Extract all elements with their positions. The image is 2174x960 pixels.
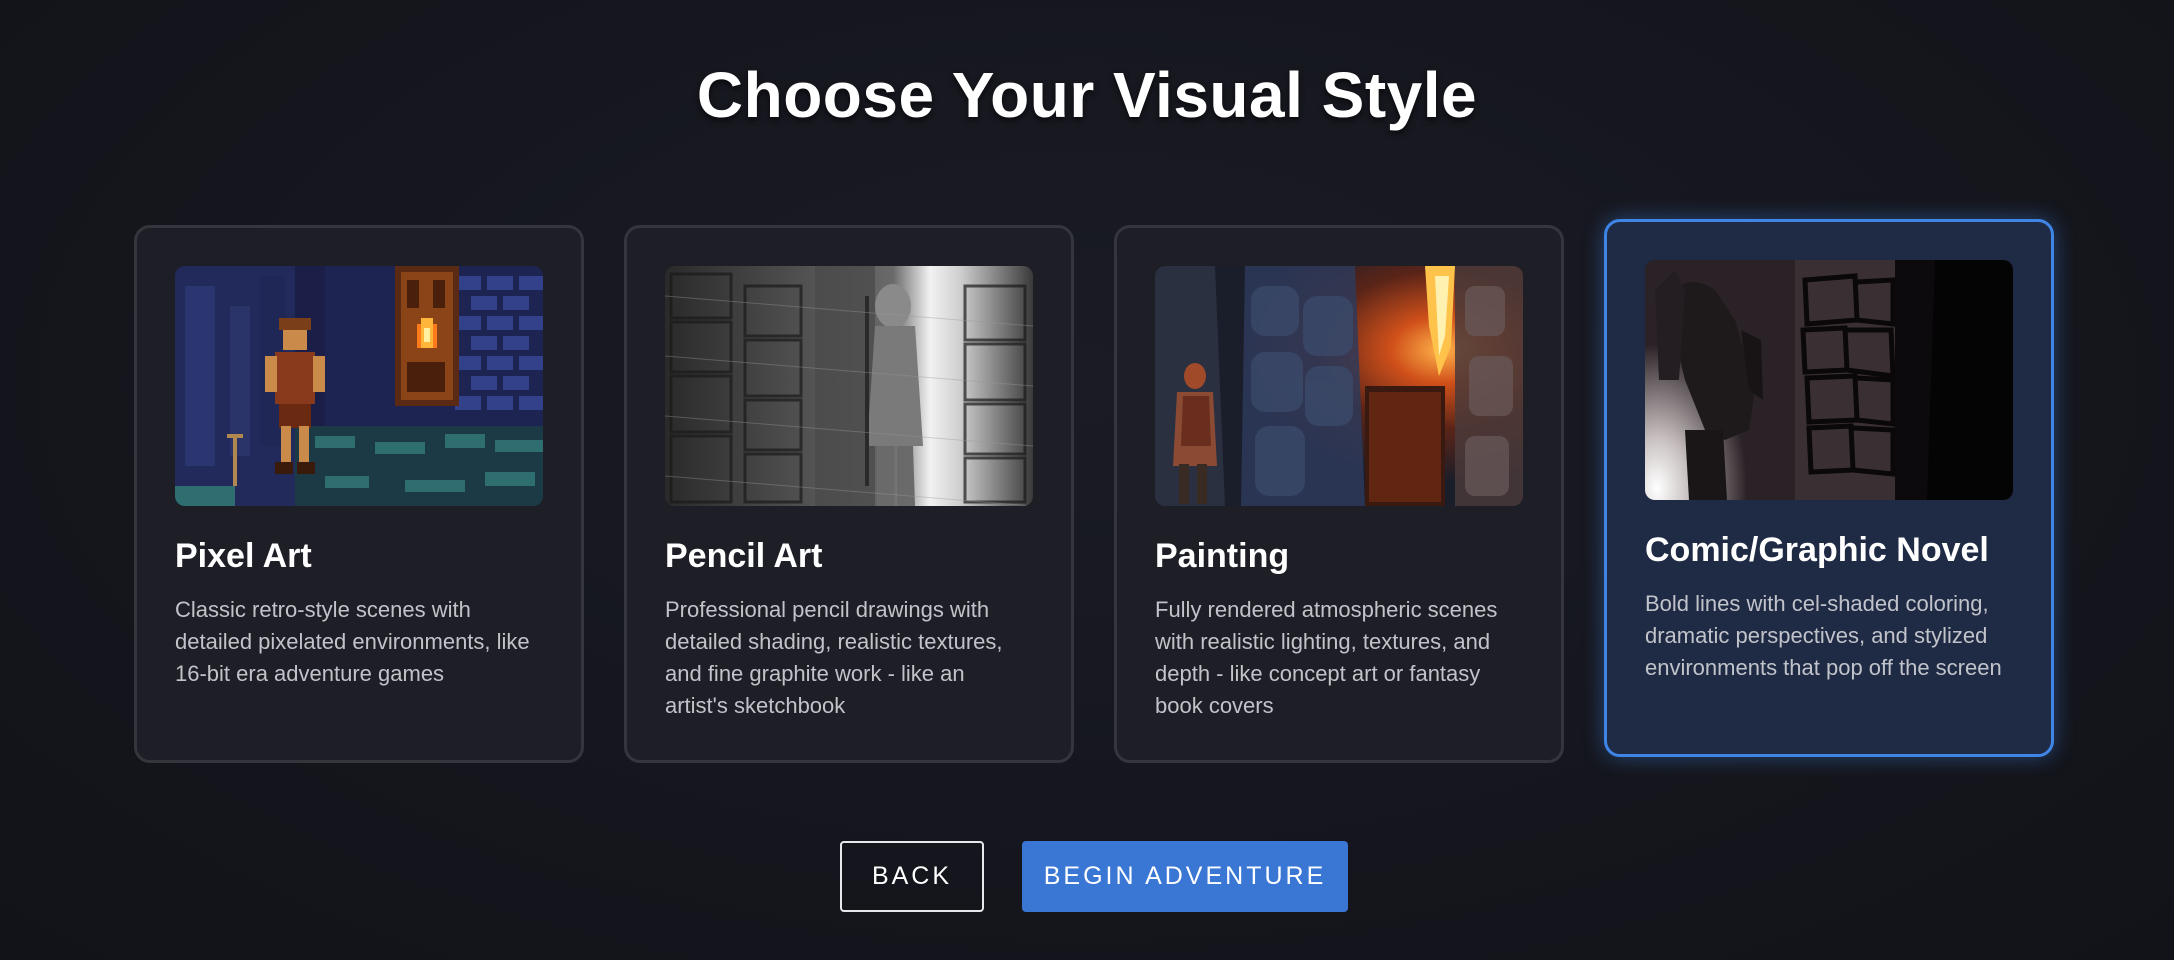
style-title: Painting: [1155, 537, 1290, 575]
back-button[interactable]: BACK: [840, 841, 984, 912]
style-title: Pixel Art: [175, 537, 312, 575]
style-card-comic-graphic-novel[interactable]: Comic/Graphic Novel Bold lines with cel-…: [1604, 219, 2054, 757]
style-title: Comic/Graphic Novel: [1645, 531, 1989, 569]
style-title: Pencil Art: [665, 537, 823, 575]
begin-adventure-button[interactable]: BEGIN ADVENTURE: [1022, 841, 1348, 912]
comic-preview-image: [1645, 260, 2013, 500]
style-description: Professional pencil drawings with detail…: [665, 597, 1003, 718]
style-description: Fully rendered atmospheric scenes with r…: [1155, 597, 1498, 718]
style-card-painting[interactable]: Painting Fully rendered atmospheric scen…: [1114, 225, 1564, 763]
style-description: Classic retro-style scenes with detailed…: [175, 597, 530, 686]
style-card-pencil-art[interactable]: Pencil Art Professional pencil drawings …: [624, 225, 1074, 763]
style-card-pixel-art[interactable]: Pixel Art Classic retro-style scenes wit…: [134, 225, 584, 763]
style-options: Pixel Art Classic retro-style scenes wit…: [0, 0, 2174, 960]
pencil-art-preview-image: [665, 266, 1033, 506]
style-description: Bold lines with cel-shaded coloring, dra…: [1645, 591, 2002, 680]
painting-preview-image: [1155, 266, 1523, 506]
pixel-art-preview-image: [175, 266, 543, 506]
